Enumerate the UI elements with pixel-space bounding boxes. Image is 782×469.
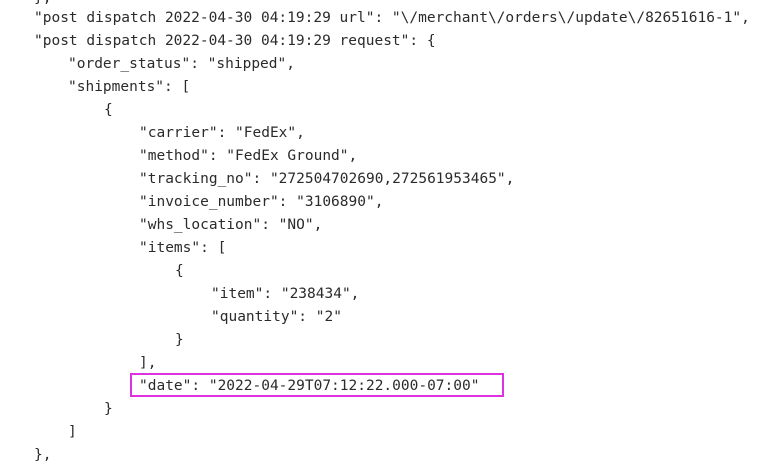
code-line-9: "invoice_number": "3106890", — [139, 194, 384, 210]
code-line-16: ], — [139, 355, 157, 371]
date-highlight-box — [130, 373, 504, 397]
code-line-20: }, — [34, 447, 52, 463]
code-line-4: "shipments": [ — [68, 79, 191, 95]
code-line-13: "item": "238434", — [211, 286, 360, 302]
code-line-7: "method": "FedEx Ground", — [139, 148, 358, 164]
code-view: }, "post dispatch 2022-04-30 04:19:29 ur… — [0, 0, 782, 469]
code-line-11: "items": [ — [139, 240, 227, 256]
code-line-8: "tracking_no": "272504702690,27256195346… — [139, 171, 515, 187]
code-line-14: "quantity": "2" — [211, 309, 342, 325]
code-line-19: ] — [68, 424, 77, 440]
code-line-2: "post dispatch 2022-04-30 04:19:29 reque… — [34, 33, 436, 49]
code-line-1: "post dispatch 2022-04-30 04:19:29 url":… — [34, 10, 750, 26]
code-line-3: "order_status": "shipped", — [68, 56, 295, 72]
code-line-5: { — [104, 102, 113, 118]
code-line-6: "carrier": "FedEx", — [139, 125, 305, 141]
code-line-12: { — [175, 263, 184, 279]
code-line-18: } — [104, 401, 113, 417]
code-line-15: } — [175, 332, 184, 348]
code-line-10: "whs_location": "NO", — [139, 217, 323, 233]
